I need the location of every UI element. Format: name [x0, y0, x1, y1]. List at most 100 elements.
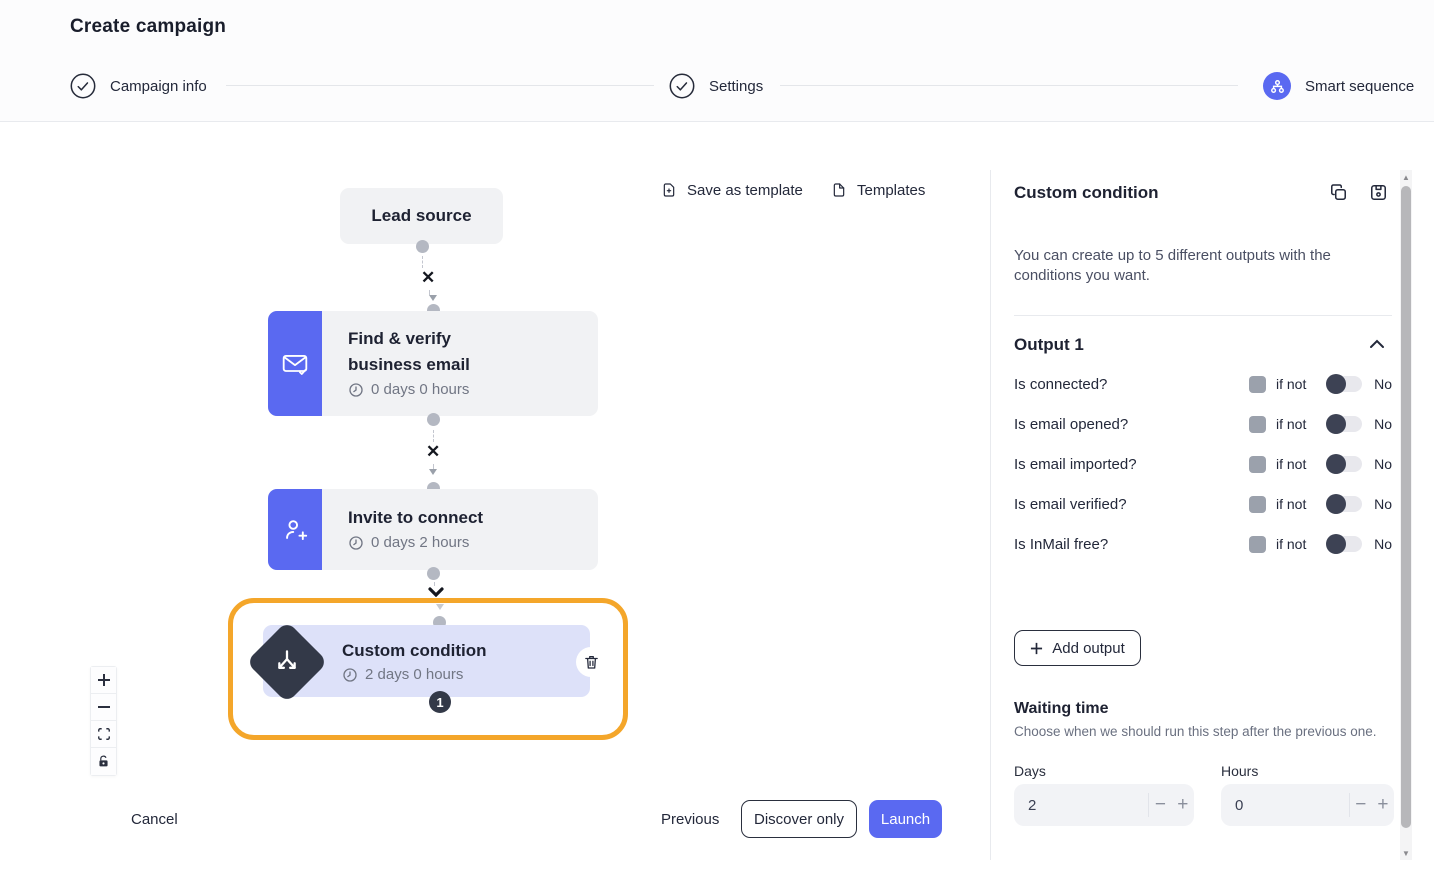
- waiting-time-title: Waiting time: [1014, 700, 1109, 718]
- node-title: Invite to connect: [348, 505, 483, 531]
- zoom-in-button[interactable]: [91, 667, 116, 694]
- hours-input[interactable]: [1221, 797, 1349, 814]
- days-decrement-button[interactable]: −: [1149, 794, 1171, 816]
- lock-button[interactable]: [91, 748, 116, 775]
- if-not-checkbox[interactable]: [1249, 376, 1266, 393]
- edge-handle[interactable]: [427, 567, 440, 580]
- zoom-out-button[interactable]: [91, 694, 116, 721]
- condition-toggle[interactable]: [1328, 496, 1362, 512]
- clock-icon: [348, 382, 364, 398]
- stepper-settings[interactable]: Settings: [669, 72, 763, 100]
- condition-value: No: [1370, 416, 1392, 432]
- if-not-checkbox[interactable]: [1249, 496, 1266, 513]
- delete-node-button[interactable]: [576, 647, 606, 677]
- node-title: Custom condition: [342, 638, 486, 664]
- hours-increment-button[interactable]: +: [1372, 794, 1394, 816]
- templates-label: Templates: [857, 182, 925, 199]
- stepper-campaign-info[interactable]: Campaign info: [70, 72, 207, 100]
- days-label: Days: [1014, 763, 1046, 779]
- days-increment-button[interactable]: +: [1172, 794, 1194, 816]
- plus-icon: [97, 673, 111, 687]
- collapse-output-icon[interactable]: [1369, 338, 1385, 350]
- previous-button[interactable]: Previous: [661, 811, 719, 828]
- node-delay: 0 days 0 hours: [348, 381, 469, 398]
- output-count-badge: 1: [429, 691, 451, 713]
- node-lead-source[interactable]: Lead source: [340, 188, 503, 244]
- hours-decrement-button[interactable]: −: [1350, 794, 1372, 816]
- condition-toggle[interactable]: [1328, 416, 1362, 432]
- node-delay: 0 days 2 hours: [348, 534, 469, 551]
- step-label: Campaign info: [110, 78, 207, 95]
- condition-label: Is email verified?: [1014, 496, 1249, 513]
- condition-label: Is connected?: [1014, 376, 1249, 393]
- minus-icon: [97, 700, 111, 714]
- panel-scrollbar[interactable]: ▲ ▼: [1400, 170, 1412, 860]
- cancel-button[interactable]: Cancel: [131, 811, 178, 828]
- if-not-label: if not: [1276, 376, 1328, 392]
- hours-stepper: − +: [1221, 784, 1394, 826]
- sequence-tree-icon: [1263, 72, 1291, 100]
- discover-only-button[interactable]: Discover only: [741, 800, 857, 838]
- clock-icon: [342, 667, 358, 683]
- if-not-checkbox[interactable]: [1249, 456, 1266, 473]
- condition-row: Is email verified? if not No: [1014, 492, 1392, 516]
- trash-icon: [583, 653, 600, 671]
- condition-toggle[interactable]: [1328, 536, 1362, 552]
- condition-value: No: [1370, 496, 1392, 512]
- hours-label: Hours: [1221, 763, 1258, 779]
- duplicate-step-icon[interactable]: [1329, 183, 1348, 202]
- toggle-knob: [1326, 454, 1346, 474]
- plus-icon: [1030, 642, 1043, 655]
- if-not-checkbox[interactable]: [1249, 416, 1266, 433]
- toggle-knob: [1326, 374, 1346, 394]
- if-not-label: if not: [1276, 536, 1328, 552]
- waiting-time-description: Choose when we should run this step afte…: [1014, 724, 1384, 739]
- panel-title: Custom condition: [1014, 183, 1158, 203]
- if-not-label: if not: [1276, 416, 1328, 432]
- delete-edge-button[interactable]: ✕: [421, 271, 435, 285]
- edge-arrow-icon: [429, 295, 437, 301]
- add-output-button[interactable]: Add output: [1014, 630, 1141, 666]
- save-step-icon[interactable]: [1369, 183, 1388, 202]
- page-title: Create campaign: [70, 16, 226, 38]
- edge-handle[interactable]: [416, 240, 429, 253]
- condition-label: Is InMail free?: [1014, 536, 1249, 553]
- condition-value: No: [1370, 376, 1392, 392]
- edge-handle[interactable]: [427, 413, 440, 426]
- file-icon: [831, 181, 847, 199]
- toggle-knob: [1326, 534, 1346, 554]
- save-as-template-button[interactable]: Save as template: [661, 181, 803, 199]
- fit-view-button[interactable]: [91, 721, 116, 748]
- condition-toggle[interactable]: [1328, 456, 1362, 472]
- templates-button[interactable]: Templates: [831, 181, 925, 199]
- fit-view-icon: [97, 727, 111, 741]
- condition-toggle[interactable]: [1328, 376, 1362, 392]
- node-find-verify-email[interactable]: Find & verify business email 0 days 0 ho…: [268, 311, 598, 416]
- stepper-connector: [226, 85, 654, 86]
- if-not-label: if not: [1276, 456, 1328, 472]
- edge-chevron-icon[interactable]: [428, 587, 444, 597]
- node-delay: 2 days 0 hours: [342, 666, 463, 683]
- scroll-down-icon[interactable]: ▼: [1400, 846, 1412, 860]
- if-not-checkbox[interactable]: [1249, 536, 1266, 553]
- node-title: Lead source: [371, 203, 471, 229]
- edge-line: [433, 430, 434, 442]
- launch-button[interactable]: Launch: [869, 800, 942, 838]
- if-not-label: if not: [1276, 496, 1328, 512]
- days-stepper: − +: [1014, 784, 1194, 826]
- check-circle-icon: [669, 73, 695, 99]
- scroll-up-icon[interactable]: ▲: [1400, 170, 1412, 184]
- edge-arrow-icon: [429, 469, 437, 475]
- save-as-template-label: Save as template: [687, 182, 803, 199]
- condition-row: Is email imported? if not No: [1014, 452, 1392, 476]
- toggle-knob: [1326, 414, 1346, 434]
- node-invite-to-connect[interactable]: Invite to connect 0 days 2 hours: [268, 489, 598, 570]
- stepper-smart-sequence[interactable]: Smart sequence: [1263, 72, 1414, 100]
- days-input[interactable]: [1014, 797, 1148, 814]
- delete-edge-button[interactable]: ✕: [426, 445, 440, 459]
- scrollbar-thumb[interactable]: [1401, 186, 1411, 828]
- lock-icon: [97, 755, 110, 768]
- divider: [1014, 315, 1392, 316]
- person-add-icon: [268, 489, 322, 570]
- add-output-label: Add output: [1052, 640, 1125, 657]
